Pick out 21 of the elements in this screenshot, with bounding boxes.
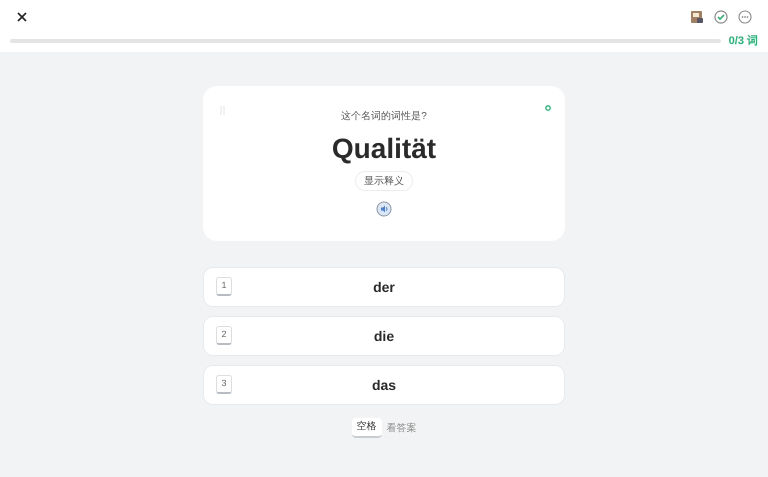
question-prompt: 这个名词的词性是?	[341, 110, 427, 124]
status-dot-icon	[545, 105, 551, 111]
headword: Qualität	[332, 132, 436, 166]
answer-label: das	[372, 376, 396, 394]
keyboard-key: 1	[216, 277, 232, 296]
more-icon[interactable]	[738, 10, 752, 24]
keyboard-key: 2	[216, 326, 232, 345]
answer-option[interactable]: 3 das	[203, 365, 565, 405]
keyboard-key: 空格	[352, 418, 382, 438]
answer-option[interactable]: 1 der	[203, 267, 565, 307]
keyboard-key: 3	[216, 375, 232, 394]
answer-label: der	[373, 278, 395, 296]
show-definition-button[interactable]: 显示释义	[355, 171, 413, 191]
progress-count: 0/3 词	[728, 34, 758, 49]
drag-handle-icon[interactable]	[220, 106, 225, 115]
close-icon[interactable]	[17, 12, 27, 22]
book-icon[interactable]	[690, 10, 704, 24]
answer-label: die	[374, 326, 394, 346]
check-circle-icon[interactable]	[714, 10, 728, 24]
speaker-icon[interactable]	[376, 201, 392, 217]
answer-option[interactable]: 2 die	[203, 316, 565, 356]
